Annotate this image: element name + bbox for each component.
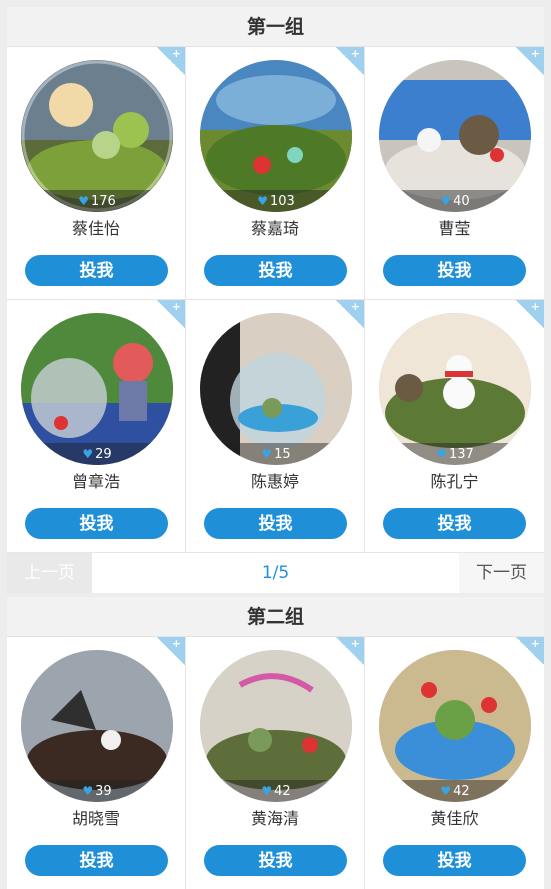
corner-badge: + <box>516 300 544 328</box>
heart-icon: ♥ <box>257 194 268 208</box>
terrarium-photo[interactable]: ♥ 103 <box>200 60 352 212</box>
heart-icon: ♥ <box>440 194 452 208</box>
entry-name: 陈孔宁 <box>430 472 479 491</box>
vote-button[interactable]: 投我 <box>204 845 347 876</box>
heart-icon: ♥ <box>261 447 273 461</box>
corner-badge: + <box>516 637 544 665</box>
vote-button[interactable]: 投我 <box>383 255 526 286</box>
corner-badge: + <box>157 637 185 665</box>
like-count: ♥ 29 <box>21 443 173 465</box>
pager: 上一页 1/5 下一页 <box>7 553 544 593</box>
corner-badge: + <box>336 637 364 665</box>
heart-icon: ♥ <box>261 784 273 798</box>
terrarium-photo[interactable]: ♥ 29 <box>21 313 173 465</box>
like-count: ♥ 176 <box>21 190 173 212</box>
like-count: ♥ 42 <box>200 780 352 802</box>
corner-badge: + <box>516 47 544 75</box>
terrarium-photo[interactable]: ♥ 40 <box>379 60 531 212</box>
entry-name: 黄海清 <box>250 809 299 828</box>
corner-badge: + <box>157 300 185 328</box>
heart-icon: ♥ <box>78 194 89 208</box>
entry-card[interactable]: + ♥ 29 曾章浩 投我 <box>7 300 186 553</box>
like-count: ♥ 103 <box>200 190 352 212</box>
entry-name: 曹莹 <box>438 219 471 238</box>
terrarium-photo[interactable]: ♥ 42 <box>379 650 531 802</box>
entry-name: 曾章浩 <box>71 472 120 491</box>
terrarium-photo[interactable]: ♥ 176 <box>21 60 173 212</box>
group-title: 第二组 <box>7 597 544 637</box>
corner-badge: + <box>336 300 364 328</box>
group-2: 第二组 + ♥ 39 胡晓雪 投我 + ♥ 42 黄海清 投我 + ♥ 42 黄… <box>7 597 544 889</box>
entry-name: 黄佳欣 <box>430 809 479 828</box>
entry-card[interactable]: + ♥ 42 黄佳欣 投我 <box>365 637 544 889</box>
entry-card[interactable]: + ♥ 39 胡晓雪 投我 <box>7 637 186 889</box>
terrarium-photo[interactable]: ♥ 137 <box>379 313 531 465</box>
vote-button[interactable]: 投我 <box>204 508 347 539</box>
vote-button[interactable]: 投我 <box>383 508 526 539</box>
entry-name: 胡晓雪 <box>71 809 120 828</box>
vote-button[interactable]: 投我 <box>25 508 168 539</box>
entry-card[interactable]: + ♥ 15 陈惠婷 投我 <box>186 300 365 553</box>
vote-button[interactable]: 投我 <box>25 255 168 286</box>
group-title: 第一组 <box>7 7 544 47</box>
heart-icon: ♥ <box>440 784 452 798</box>
heart-icon: ♥ <box>82 784 94 798</box>
like-count: ♥ 39 <box>21 780 173 802</box>
like-count: ♥ 40 <box>379 190 531 212</box>
group-1: 第一组 + ♥176 蔡佳怡 投我 + ♥103 蔡嘉琦 投我 + ♥40 <box>7 7 544 553</box>
like-count: ♥ 137 <box>379 443 531 465</box>
heart-icon: ♥ <box>436 447 447 461</box>
entry-card[interactable]: + ♥ 176 蔡佳怡 投我 <box>7 47 186 300</box>
entry-card[interactable]: + ♥ 40 曹莹 投我 <box>365 47 544 300</box>
entry-name: 蔡佳怡 <box>71 219 120 238</box>
vote-button[interactable]: 投我 <box>25 845 168 876</box>
vote-button[interactable]: 投我 <box>204 255 347 286</box>
heart-icon: ♥ <box>82 447 94 461</box>
entry-name: 蔡嘉琦 <box>250 219 299 238</box>
entry-card[interactable]: + ♥ 42 黄海清 投我 <box>186 637 365 889</box>
corner-badge: + <box>157 47 185 75</box>
like-count: ♥ 15 <box>200 443 352 465</box>
terrarium-photo[interactable]: ♥ 42 <box>200 650 352 802</box>
terrarium-photo[interactable]: ♥ 15 <box>200 313 352 465</box>
terrarium-photo[interactable]: ♥ 39 <box>21 650 173 802</box>
corner-badge: + <box>336 47 364 75</box>
entry-card[interactable]: + ♥ 103 蔡嘉琦 投我 <box>186 47 365 300</box>
vote-button[interactable]: 投我 <box>383 845 526 876</box>
entry-name: 陈惠婷 <box>250 472 299 491</box>
next-page-button[interactable]: 下一页 <box>459 553 544 593</box>
entry-card[interactable]: + ♥ 137 陈孔宁 投我 <box>365 300 544 553</box>
like-count: ♥ 42 <box>379 780 531 802</box>
